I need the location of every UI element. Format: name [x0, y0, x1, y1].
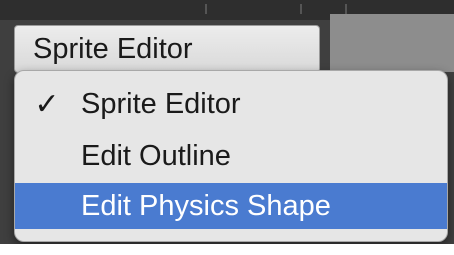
menu-item-label: Sprite Editor — [81, 87, 241, 120]
toolbar-separator — [345, 4, 347, 14]
checkmark-icon: ✓ — [34, 87, 60, 121]
menu-item-edit-physics-shape[interactable]: Edit Physics Shape — [15, 183, 447, 229]
menu-item-edit-outline[interactable]: Edit Outline — [15, 133, 447, 179]
editor-mode-dropdown[interactable]: Sprite Editor — [14, 25, 320, 73]
page-margin — [0, 244, 454, 255]
editor-panel — [330, 14, 454, 72]
menu-item-label: Edit Physics Shape — [81, 189, 331, 222]
menu-item-label: Edit Outline — [81, 139, 231, 172]
toolbar-separator — [205, 4, 207, 14]
menu-item-sprite-editor[interactable]: ✓ Sprite Editor — [15, 81, 447, 127]
editor-mode-menu: ✓ Sprite Editor Edit Outline Edit Physic… — [14, 70, 448, 242]
dropdown-selected-label: Sprite Editor — [33, 32, 193, 65]
sprite-editor-window: Sprite Editor ✓ Sprite Editor Edit Outli… — [0, 0, 454, 255]
toolbar-separator — [300, 4, 302, 14]
